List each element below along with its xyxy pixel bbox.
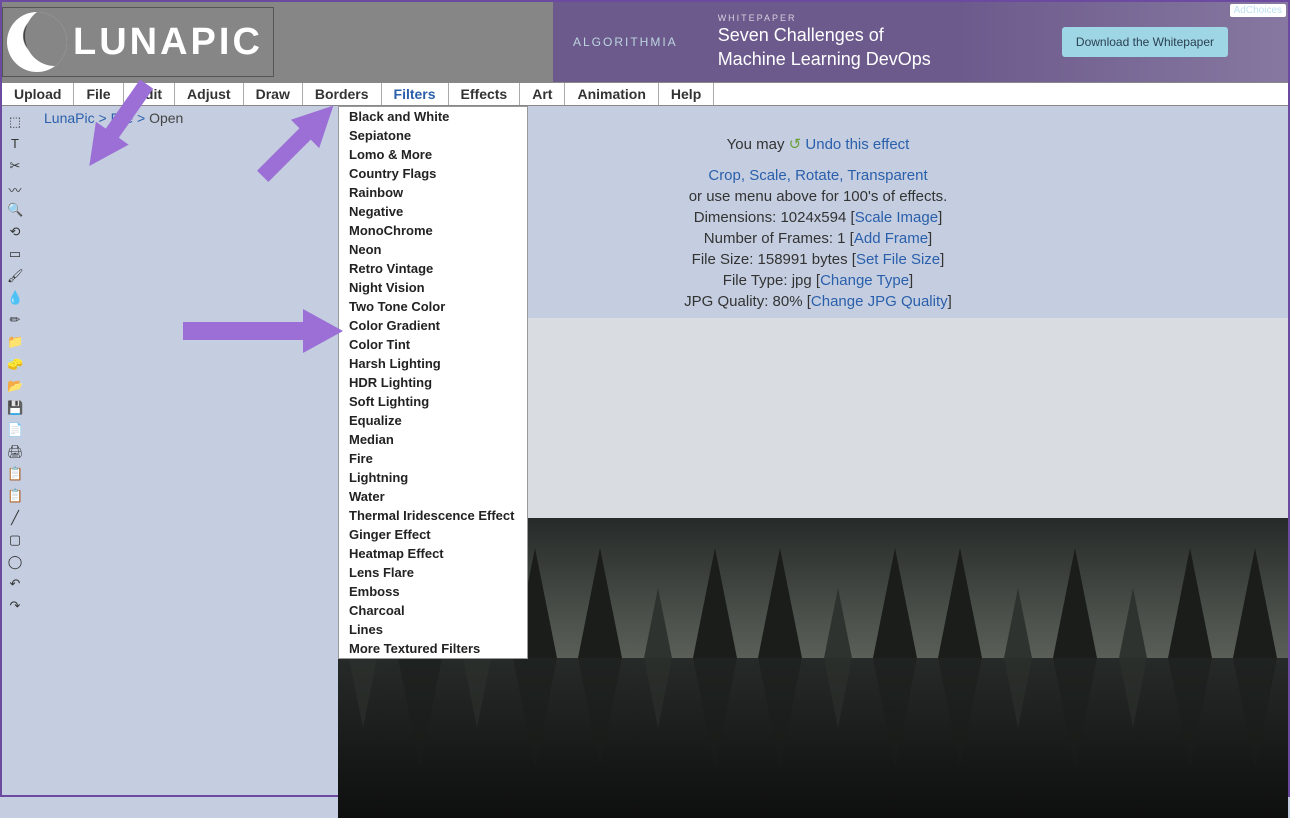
type-value: jpg xyxy=(792,272,812,289)
tool-16[interactable]: 📋 xyxy=(7,466,23,482)
menu-upload[interactable]: Upload xyxy=(2,83,74,105)
menu-filters[interactable]: Filters xyxy=(382,83,449,105)
filter-color-tint[interactable]: Color Tint xyxy=(339,335,527,354)
tool-13[interactable]: 💾 xyxy=(7,400,23,416)
tool-0[interactable]: ⬚ xyxy=(7,114,23,130)
tool-17[interactable]: 📋 xyxy=(7,488,23,504)
tool-7[interactable]: 🖌 xyxy=(7,268,23,284)
type-label: File Type: xyxy=(723,272,792,289)
filter-retro-vintage[interactable]: Retro Vintage xyxy=(339,259,527,278)
menu-adjust[interactable]: Adjust xyxy=(175,83,244,105)
ad-cta-button[interactable]: Download the Whitepaper xyxy=(1062,27,1228,57)
size-value: 158991 bytes xyxy=(758,251,848,268)
logo-text: LUNAPIC xyxy=(73,21,263,64)
filter-thermal-iridescence-effect[interactable]: Thermal Iridescence Effect xyxy=(339,506,527,525)
filter-median[interactable]: Median xyxy=(339,430,527,449)
tool-22[interactable]: ↷ xyxy=(7,598,23,614)
tool-6[interactable]: ▭ xyxy=(7,246,23,262)
menu-bar: UploadFileEditAdjustDrawBordersFiltersEf… xyxy=(2,82,1288,106)
filter-country-flags[interactable]: Country Flags xyxy=(339,164,527,183)
undo-link[interactable]: Undo this effect xyxy=(805,136,909,153)
filter-sepiatone[interactable]: Sepiatone xyxy=(339,126,527,145)
menu-art[interactable]: Art xyxy=(520,83,565,105)
tool-9[interactable]: ✏ xyxy=(7,312,23,328)
filter-fire[interactable]: Fire xyxy=(339,449,527,468)
tool-10[interactable]: 📁 xyxy=(7,334,23,350)
tool-20[interactable]: ◯ xyxy=(7,554,23,570)
set-filesize-link[interactable]: Set File Size xyxy=(856,251,940,268)
filter-equalize[interactable]: Equalize xyxy=(339,411,527,430)
menu-draw[interactable]: Draw xyxy=(244,83,303,105)
filter-emboss[interactable]: Emboss xyxy=(339,582,527,601)
filter-heatmap-effect[interactable]: Heatmap Effect xyxy=(339,544,527,563)
filter-rainbow[interactable]: Rainbow xyxy=(339,183,527,202)
filter-two-tone-color[interactable]: Two Tone Color xyxy=(339,297,527,316)
filter-water[interactable]: Water xyxy=(339,487,527,506)
filter-monochrome[interactable]: MonoChrome xyxy=(339,221,527,240)
filters-dropdown: Black and WhiteSepiatoneLomo & MoreCount… xyxy=(338,106,528,659)
annotation-arrow-gradient xyxy=(183,306,343,356)
tool-12[interactable]: 📂 xyxy=(7,378,23,394)
filter-harsh-lighting[interactable]: Harsh Lighting xyxy=(339,354,527,373)
you-may-label: You may xyxy=(727,136,789,153)
filter-hdr-lighting[interactable]: HDR Lighting xyxy=(339,373,527,392)
size-label: File Size: xyxy=(692,251,758,268)
add-frame-link[interactable]: Add Frame xyxy=(854,230,928,247)
dims-label: Dimensions: xyxy=(694,209,781,226)
breadcrumb: LunaPic > File > Open xyxy=(28,106,1288,126)
tool-18[interactable]: ╱ xyxy=(7,510,23,526)
tool-2[interactable]: ✂ xyxy=(7,158,23,174)
ad-headline1: Seven Challenges of xyxy=(718,24,931,47)
ad-brand: ALGORITHMIA xyxy=(573,35,678,49)
tool-3[interactable]: 〰 xyxy=(7,180,23,196)
ad-text: WHITEPAPER Seven Challenges of Machine L… xyxy=(718,13,931,71)
filter-lines[interactable]: Lines xyxy=(339,620,527,639)
quality-label: JPG Quality: xyxy=(684,293,772,310)
ad-banner[interactable]: AdChoices ALGORITHMIA WHITEPAPER Seven C… xyxy=(553,2,1288,82)
quality-value: 80% xyxy=(773,293,803,310)
ad-headline2: Machine Learning DevOps xyxy=(718,48,931,71)
filter-lens-flare[interactable]: Lens Flare xyxy=(339,563,527,582)
tool-sidebar: ⬚ T ✂ 〰 🔍 ⟲ ▭ 🖌 💧 ✏ 📁 🧽 📂 💾 📄 🖨 📋 📋 ╱ ▢ ◯ ↶ ↷ xyxy=(2,106,28,795)
adchoices-label[interactable]: AdChoices xyxy=(1230,4,1286,17)
ad-label: WHITEPAPER xyxy=(718,13,931,25)
tool-14[interactable]: 📄 xyxy=(7,422,23,438)
scale-image-link[interactable]: Scale Image xyxy=(855,209,938,226)
frames-label: Number of Frames: xyxy=(704,230,837,247)
filter-black-and-white[interactable]: Black and White xyxy=(339,107,527,126)
dims-value: 1024x594 xyxy=(780,209,846,226)
filter-neon[interactable]: Neon xyxy=(339,240,527,259)
filter-night-vision[interactable]: Night Vision xyxy=(339,278,527,297)
filter-color-gradient[interactable]: Color Gradient xyxy=(339,316,527,335)
tool-11[interactable]: 🧽 xyxy=(7,356,23,372)
tool-5[interactable]: ⟲ xyxy=(7,224,23,240)
logo-moon-icon xyxy=(7,12,67,72)
content: ⬚ T ✂ 〰 🔍 ⟲ ▭ 🖌 💧 ✏ 📁 🧽 📂 💾 📄 🖨 📋 📋 ╱ ▢ ◯ ↶ ↷ LunaPic > File >… xyxy=(2,106,1288,795)
tool-1[interactable]: T xyxy=(7,136,23,152)
tool-19[interactable]: ▢ xyxy=(7,532,23,548)
filter-lomo-more[interactable]: Lomo & More xyxy=(339,145,527,164)
change-jpg-quality-link[interactable]: Change JPG Quality xyxy=(811,293,948,310)
undo-icon: ↺ xyxy=(789,136,802,153)
filter-lightning[interactable]: Lightning xyxy=(339,468,527,487)
logo[interactable]: LUNAPIC xyxy=(2,7,274,77)
menu-help[interactable]: Help xyxy=(659,83,714,105)
menu-animation[interactable]: Animation xyxy=(565,83,658,105)
header: LUNAPIC AdChoices ALGORITHMIA WHITEPAPER… xyxy=(2,2,1288,82)
actions-link[interactable]: Crop, Scale, Rotate, Transparent xyxy=(708,167,927,184)
change-type-link[interactable]: Change Type xyxy=(820,272,909,289)
filter-more-textured-filters[interactable]: More Textured Filters xyxy=(339,639,527,658)
frames-value: 1 xyxy=(837,230,845,247)
filter-soft-lighting[interactable]: Soft Lighting xyxy=(339,392,527,411)
filter-negative[interactable]: Negative xyxy=(339,202,527,221)
tool-4[interactable]: 🔍 xyxy=(7,202,23,218)
main-area: LunaPic > File > Open Black and WhiteSep… xyxy=(28,106,1288,795)
filter-ginger-effect[interactable]: Ginger Effect xyxy=(339,525,527,544)
tool-15[interactable]: 🖨 xyxy=(7,444,23,460)
tool-21[interactable]: ↶ xyxy=(7,576,23,592)
tool-8[interactable]: 💧 xyxy=(7,290,23,306)
filter-charcoal[interactable]: Charcoal xyxy=(339,601,527,620)
menu-effects[interactable]: Effects xyxy=(449,83,521,105)
